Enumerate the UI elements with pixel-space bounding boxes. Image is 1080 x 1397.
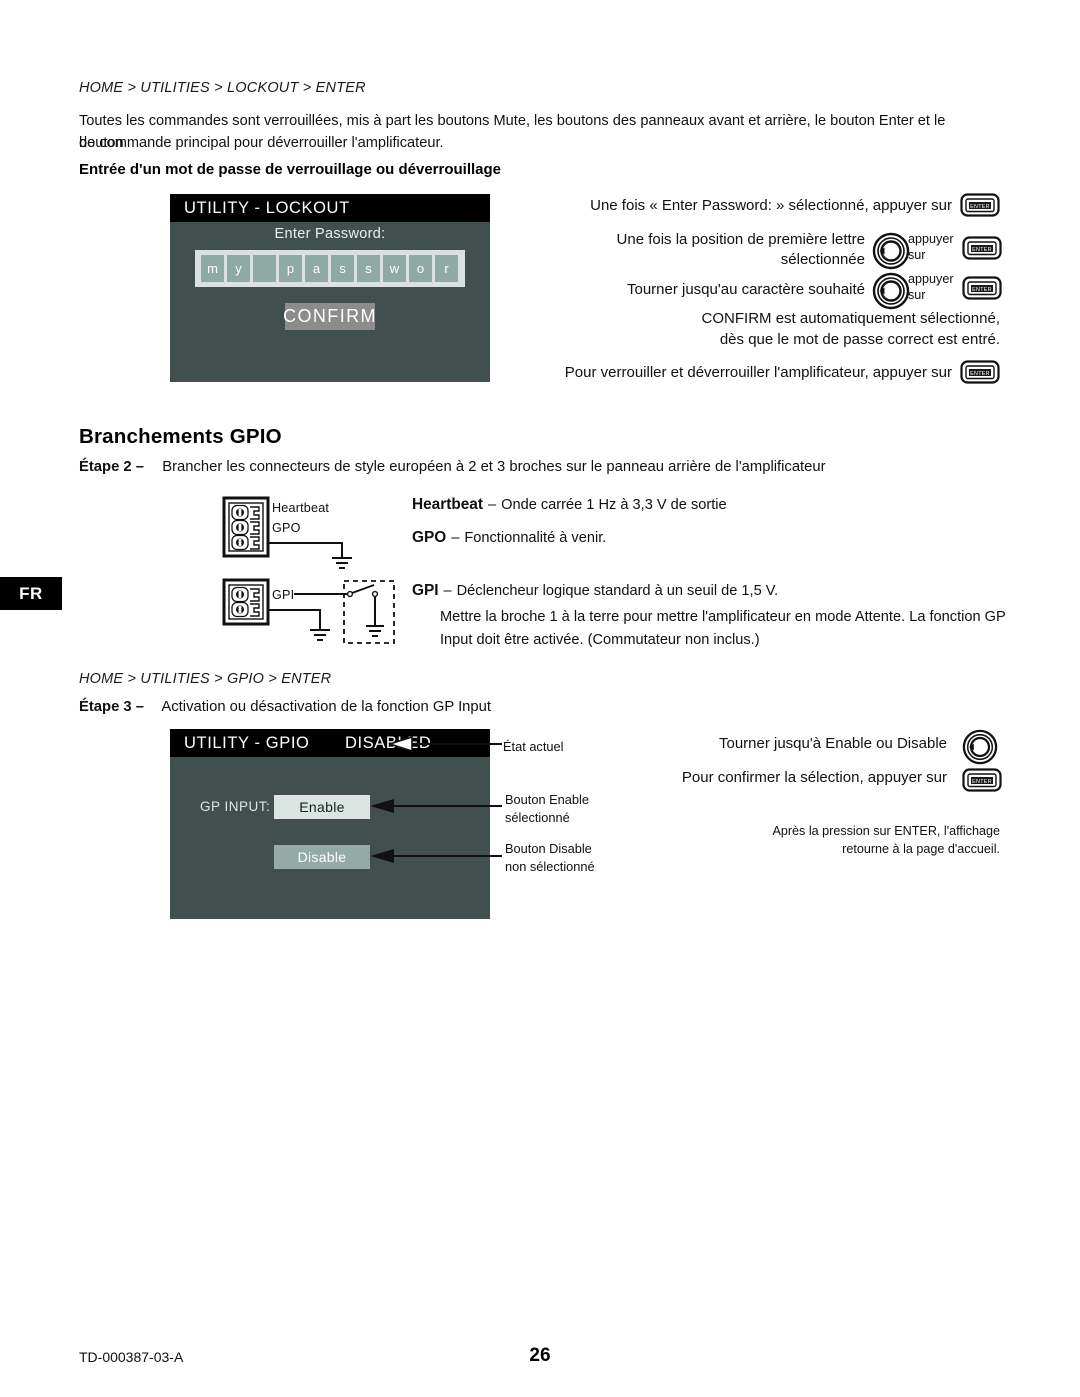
- svg-text:ENTER: ENTER: [972, 247, 992, 253]
- description-heartbeat-dash: –: [488, 497, 497, 513]
- callout-enable-line2: sélectionné: [505, 810, 570, 825]
- footer-page-number: 26: [529, 1345, 551, 1366]
- breadcrumb-gpio: HOME > UTILITIES > GPIO > ENTER: [79, 671, 332, 687]
- lockout-instruction-3-mid1: appuyer: [908, 272, 954, 286]
- description-gpo-dash: –: [451, 530, 460, 546]
- description-gpi-term: GPI: [412, 582, 439, 599]
- lockout-instruction-2-mid1: appuyer: [908, 232, 954, 246]
- svg-text:ENTER: ENTER: [972, 779, 992, 785]
- description-heartbeat: Heartbeat – Onde carrée 1 Hz à 3,3 V de so…: [412, 494, 1012, 516]
- gpi-detail-line2: Input doit être activée. (Commutateur no…: [440, 632, 760, 648]
- description-gpi-text: Déclencheur logique standard à un seuil …: [456, 583, 779, 599]
- svg-text:ENTER: ENTER: [970, 204, 990, 210]
- gpio-step2-label: Étape 2 –: [79, 459, 144, 475]
- lockout-instruction-5: Pour verrouiller et déverrouiller l'ampl…: [564, 364, 952, 381]
- svg-text:ENTER: ENTER: [972, 287, 992, 293]
- enter-key-icon[interactable]: ENTER: [962, 236, 1002, 265]
- breadcrumb-lockout: HOME > UTILITIES > LOCKOUT > ENTER: [79, 80, 366, 96]
- description-heartbeat-text: Onde carrée 1 Hz à 3,3 V de sortie: [501, 497, 727, 513]
- lcd-gpio-title-text: UTILITY - GPIO: [184, 733, 310, 752]
- gpio-section-title: Branchements GPIO: [79, 425, 282, 448]
- rotary-knob-icon[interactable]: [962, 729, 998, 770]
- connector-label-gpi: GPI: [272, 588, 295, 602]
- callout-arrow-enable: [370, 798, 502, 819]
- gpio-note-line1: Après la pression sur ENTER, l'affichage: [772, 824, 1000, 838]
- password-cell[interactable]: p: [279, 255, 302, 282]
- connector-label-gpo: GPO: [272, 521, 301, 535]
- password-cell[interactable]: m: [201, 255, 224, 282]
- gpio-step2-text: Brancher les connecteurs de style europé…: [162, 459, 826, 475]
- manual-page: FR HOME > UTILITIES > LOCKOUT > ENTER To…: [0, 0, 1080, 1397]
- gpio-note-line2: retourne à la page d'accueil.: [842, 842, 1000, 856]
- gpi-detail-line1: Mettre la broche 1 à la terre pour mettr…: [440, 609, 1006, 625]
- rotary-knob-icon[interactable]: [872, 232, 910, 275]
- lockout-instruction-1: Une fois « Enter Password: » sélectionné…: [590, 197, 952, 214]
- description-heartbeat-term: Heartbeat: [412, 496, 483, 513]
- password-cell[interactable]: o: [409, 255, 432, 282]
- password-cell[interactable]: s: [331, 255, 354, 282]
- gp-input-label: GP INPUT:: [200, 799, 271, 814]
- password-cell[interactable]: y: [227, 255, 250, 282]
- callout-disable-line1: Bouton Disable: [505, 841, 592, 856]
- lockout-instruction-2-mid2: sur: [908, 248, 926, 262]
- gpio-step3-label: Étape 3 –: [79, 699, 144, 715]
- gpio-step2: Étape 2 – Brancher les connecteurs de st…: [79, 459, 826, 475]
- lockout-instruction-3: Tourner jusqu'au caractère souhaité: [626, 281, 865, 298]
- lockout-instruction-3-mid2: sur: [908, 288, 926, 302]
- enter-key-icon[interactable]: ENTER: [962, 276, 1002, 305]
- connector-label-heartbeat: Heartbeat: [272, 501, 330, 515]
- disable-button[interactable]: Disable: [274, 845, 370, 869]
- callout-enable-line1: Bouton Enable: [505, 792, 589, 807]
- gpio-instruction-1: Tourner jusqu'à Enable ou Disable: [718, 735, 947, 752]
- enter-key-icon[interactable]: ENTER: [960, 360, 1000, 389]
- gpio-step3: Étape 3 – Activation ou désactivation de…: [79, 699, 491, 715]
- gpio-instruction-2: Pour confirmer la sélection, appuyer sur: [681, 769, 947, 786]
- lockout-instruction-2-line1: Une fois la position de première lettre: [616, 231, 865, 248]
- password-field[interactable]: m y p a s s w o r: [195, 250, 465, 287]
- lcd-lockout-title: UTILITY - LOCKOUT: [170, 194, 490, 222]
- description-gpo: GPO – Fonctionnalité à venir.: [412, 527, 1012, 549]
- callout-disable-line2: non sélectionné: [505, 859, 595, 874]
- enable-button[interactable]: Enable: [274, 795, 370, 819]
- lockout-instruction-4-line2: dès que le mot de passe correct est entr…: [719, 331, 1000, 348]
- callout-arrow-disable: [370, 848, 502, 869]
- password-cell[interactable]: s: [357, 255, 380, 282]
- password-cell[interactable]: r: [435, 255, 458, 282]
- gpio-step3-text: Activation ou désactivation de la foncti…: [161, 699, 491, 715]
- lcd-utility-gpio: UTILITY - GPIO DISABLED GP INPUT: Enable…: [170, 729, 490, 919]
- password-cell[interactable]: w: [383, 255, 406, 282]
- enter-key-icon[interactable]: ENTER: [962, 768, 1002, 797]
- description-gpi: GPI – Déclencheur logique standard à un se…: [412, 580, 1012, 602]
- password-cell[interactable]: a: [305, 255, 328, 282]
- svg-text:ENTER: ENTER: [970, 371, 990, 377]
- lockout-intro-line2: de commande principal pour déverrouiller…: [79, 135, 444, 151]
- callout-state-label: État actuel: [503, 739, 564, 754]
- description-gpi-dash: –: [443, 583, 452, 599]
- lockout-subheading: Entrée d'un mot de passe de verrouillage…: [79, 161, 502, 178]
- lcd-lockout-prompt: Enter Password:: [274, 226, 386, 242]
- connector-2pin-diagram: [222, 578, 397, 658]
- language-tab-fr: FR: [0, 577, 62, 610]
- description-gpo-text: Fonctionnalité à venir.: [464, 530, 607, 546]
- lcd-utility-lockout: UTILITY - LOCKOUT Enter Password: m y p …: [170, 194, 490, 382]
- confirm-button[interactable]: CONFIRM: [283, 303, 376, 330]
- description-gpo-term: GPO: [412, 529, 447, 546]
- enter-key-icon[interactable]: ENTER: [960, 193, 1000, 222]
- password-cell[interactable]: [253, 255, 276, 282]
- lockout-instruction-2-line2: sélectionnée: [780, 251, 865, 268]
- lockout-instruction-4-line1: CONFIRM est automatiquement sélectionné,: [701, 310, 1000, 327]
- callout-arrow-state: [387, 735, 502, 757]
